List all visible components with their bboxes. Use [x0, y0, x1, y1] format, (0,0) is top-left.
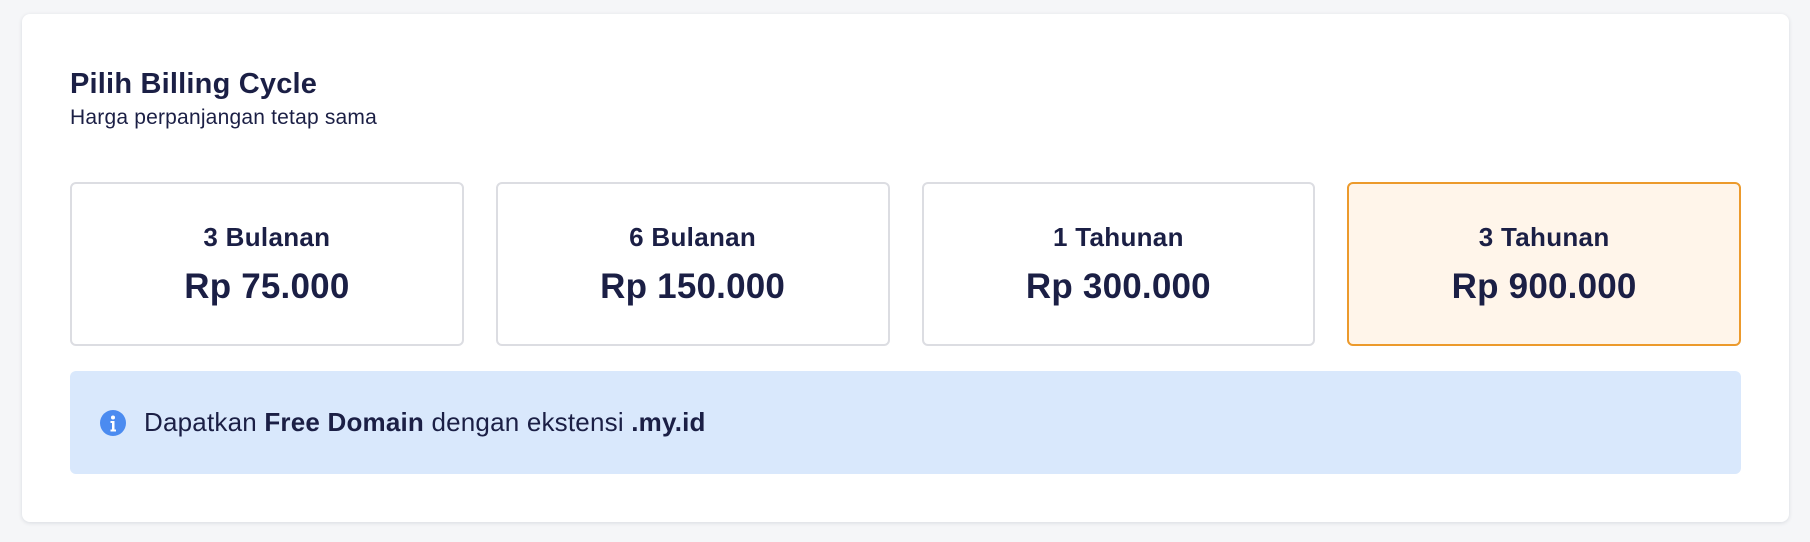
page-title: Pilih Billing Cycle	[70, 68, 318, 100]
billing-options: 3 Bulanan Rp 75.000 6 Bulanan Rp 150.000…	[70, 182, 1741, 346]
option-price: Rp 150.000	[600, 266, 786, 306]
info-middle: dengan ekstensi	[424, 407, 632, 437]
billing-option-6-bulanan[interactable]: 6 Bulanan Rp 150.000	[495, 182, 890, 346]
option-price: Rp 300.000	[1025, 266, 1211, 306]
billing-option-1-tahunan[interactable]: 1 Tahunan Rp 300.000	[921, 182, 1316, 346]
billing-option-3-bulanan[interactable]: 3 Bulanan Rp 75.000	[70, 182, 464, 346]
option-label: 6 Bulanan	[629, 221, 757, 252]
info-prefix: Dapatkan	[144, 407, 265, 437]
info-extension: .my.id	[631, 407, 706, 437]
info-highlight: Free Domain	[264, 407, 425, 437]
option-label: 3 Bulanan	[203, 221, 331, 252]
info-text: Dapatkan Free Domain dengan ekstensi .my…	[144, 407, 706, 438]
option-label: 3 Tahunan	[1478, 221, 1610, 252]
page-subtitle: Harga perpanjangan tetap sama	[70, 106, 378, 129]
option-price: Rp 900.000	[1451, 266, 1637, 306]
free-domain-info-banner: Dapatkan Free Domain dengan ekstensi .my…	[70, 371, 1741, 474]
billing-cycle-card: Pilih Billing Cycle Harga perpanjangan t…	[22, 14, 1789, 522]
option-price: Rp 75.000	[184, 266, 350, 306]
billing-option-3-tahunan[interactable]: 3 Tahunan Rp 900.000	[1347, 182, 1741, 346]
info-circle-icon	[100, 409, 126, 436]
option-label: 1 Tahunan	[1052, 221, 1184, 252]
